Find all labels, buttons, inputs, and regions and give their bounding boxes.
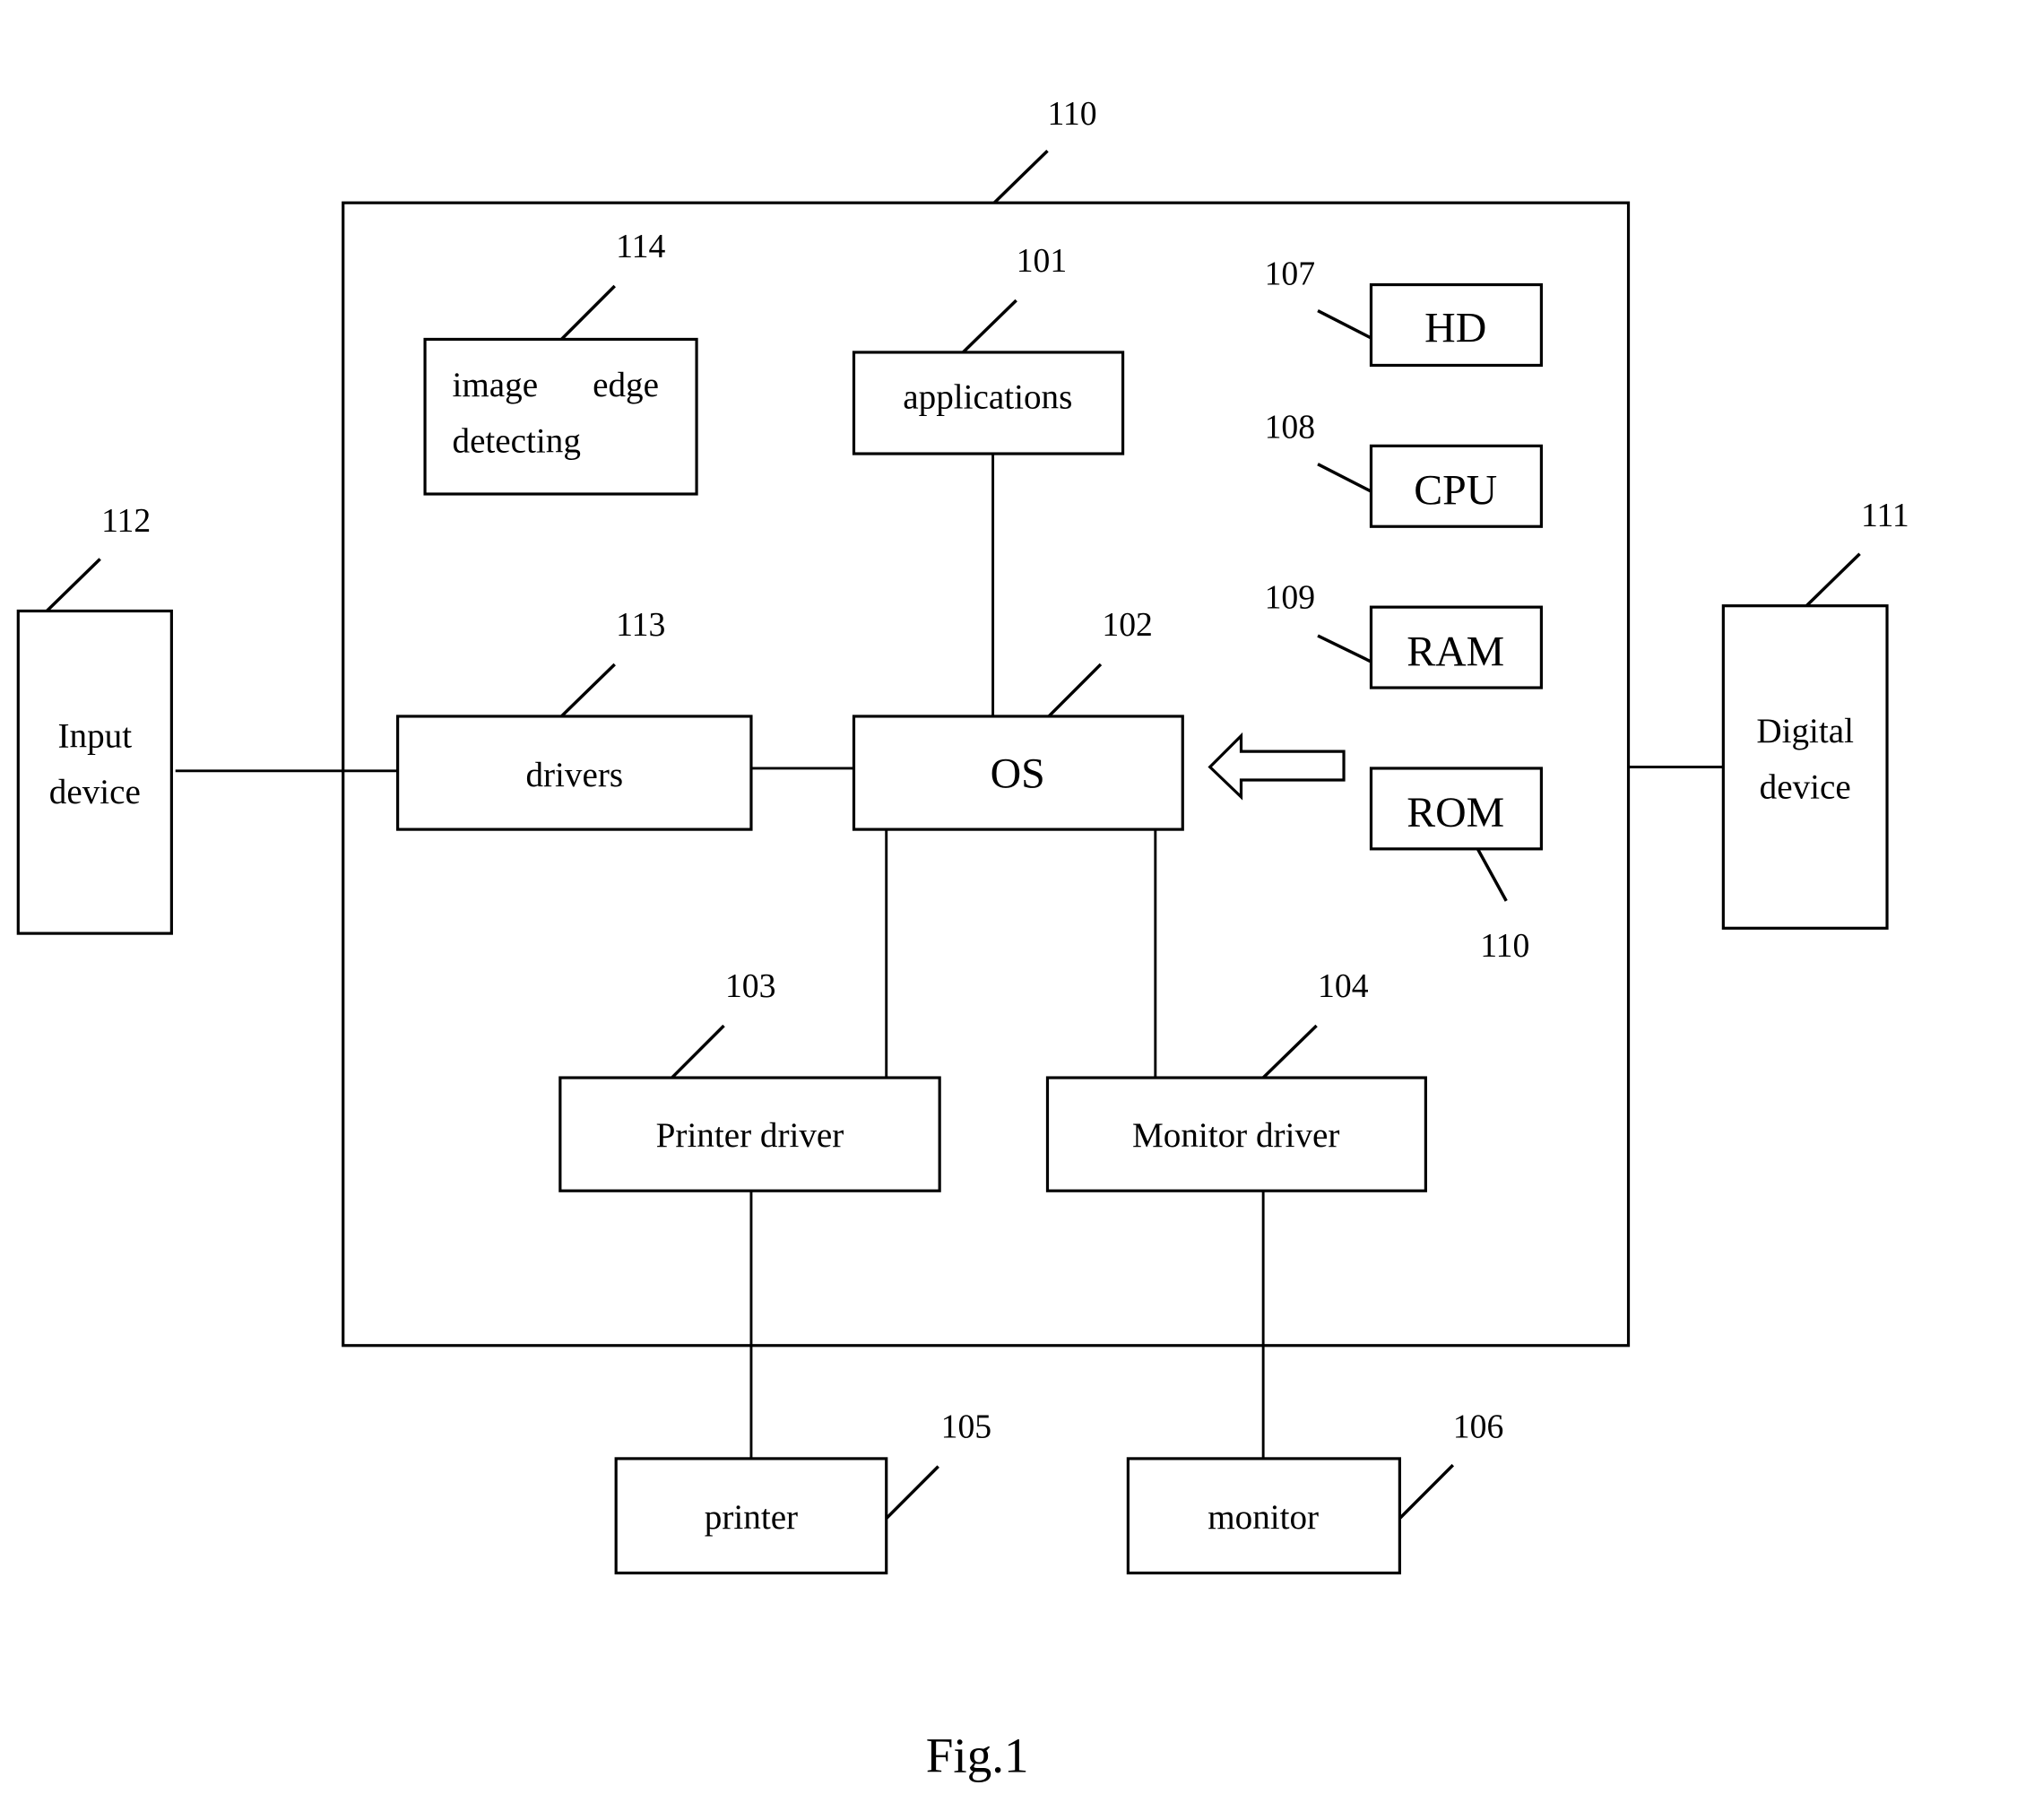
monitor-leader: [1398, 1463, 1455, 1520]
os-label: OS: [991, 750, 1045, 798]
os-ref: 102: [1102, 606, 1153, 644]
rom-ref: 110: [1480, 927, 1529, 965]
input-device-ref: 112: [101, 502, 151, 540]
drivers-label: drivers: [525, 756, 623, 794]
digital-device-label-2: device: [1760, 767, 1851, 806]
input-device-label-1: Input: [58, 717, 133, 756]
image-edge-label-1b: edge: [593, 366, 659, 404]
monitor-ref: 106: [1453, 1408, 1504, 1446]
image-edge-label-1a: image: [453, 366, 539, 404]
printer-ref: 105: [941, 1408, 992, 1446]
frame-leader: [992, 149, 1049, 204]
block-diagram: 110 image edge detecting 114 application…: [16, 95, 1909, 1782]
monitor-driver-label: Monitor driver: [1132, 1116, 1339, 1155]
cpu-label: CPU: [1414, 467, 1497, 515]
printer-driver-ref: 103: [725, 967, 776, 1005]
printer-driver-label: Printer driver: [656, 1116, 844, 1155]
cpu-ref: 108: [1265, 409, 1316, 446]
hd-label: HD: [1424, 304, 1486, 351]
input-device-label-2: device: [49, 773, 141, 811]
printer-leader: [885, 1465, 939, 1520]
image-edge-detecting-block: [423, 337, 698, 496]
rom-label: ROM: [1407, 789, 1504, 836]
hd-ref: 107: [1265, 256, 1316, 293]
figure-caption: Fig.1: [926, 1728, 1029, 1782]
printer-label: printer: [705, 1498, 798, 1537]
applications-label: applications: [903, 377, 1072, 416]
frame-ref: 110: [1047, 95, 1096, 133]
ram-label: RAM: [1407, 628, 1504, 675]
drivers-ref: 113: [616, 606, 665, 644]
applications-ref: 101: [1017, 242, 1068, 280]
digital-device-ref: 111: [1861, 497, 1909, 534]
input-device-leader: [45, 558, 101, 612]
digital-device-label-1: Digital: [1756, 712, 1854, 750]
digital-device-leader: [1805, 552, 1861, 607]
monitor-driver-ref: 104: [1318, 967, 1369, 1005]
image-edge-ref: 114: [616, 228, 665, 265]
ram-ref: 109: [1265, 579, 1316, 617]
monitor-label: monitor: [1208, 1498, 1319, 1537]
image-edge-label-2: detecting: [453, 422, 581, 461]
